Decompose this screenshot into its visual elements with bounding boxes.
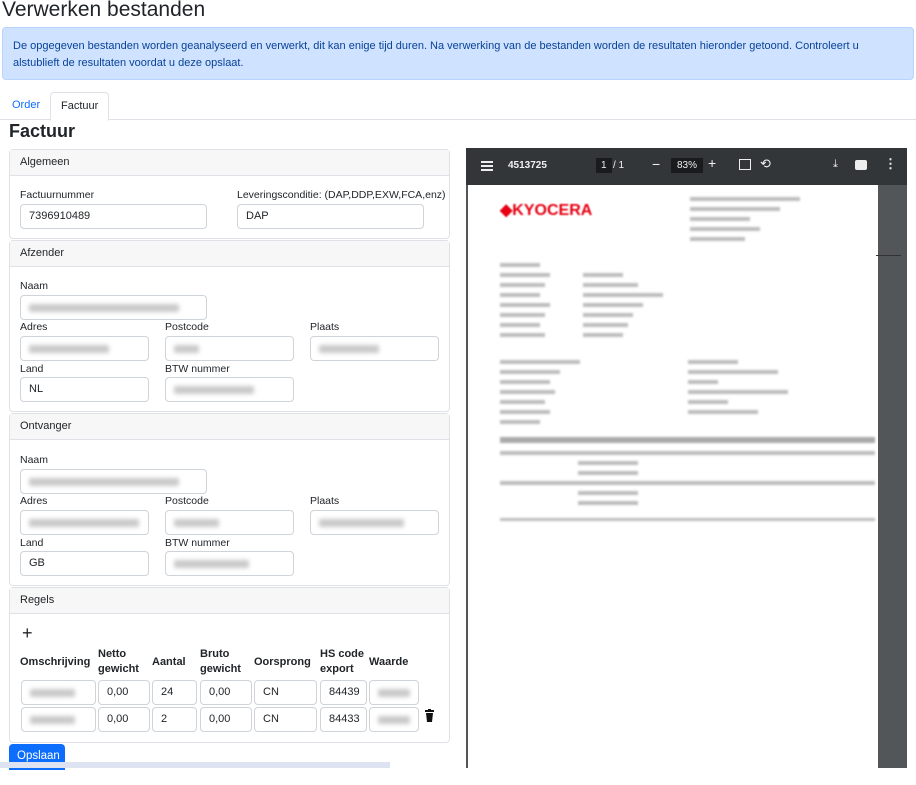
tabs: Order Factuur — [0, 92, 916, 121]
zoom-out-icon[interactable]: − — [652, 156, 660, 172]
status-bar — [0, 762, 390, 768]
label: BTW nummer — [165, 363, 230, 375]
netto-input[interactable]: 0,00 — [98, 707, 150, 732]
bruto-input[interactable]: 0,00 — [200, 707, 252, 732]
card-header: Ontvanger — [10, 414, 449, 440]
label: Naam — [20, 454, 49, 466]
page-title: Verwerken bestanden — [2, 0, 206, 21]
page-input[interactable]: 1 — [596, 158, 612, 173]
label: BTW nummer — [165, 537, 230, 549]
naam-input[interactable] — [20, 295, 207, 320]
card-afzender: Afzender Naam Adres Postcode Plaats Land… — [9, 240, 450, 412]
add-row-button[interactable]: + — [22, 623, 33, 644]
card-ontvanger: Ontvanger Naam Adres Postcode Plaats Lan… — [9, 413, 450, 586]
card-header: Afzender — [10, 241, 449, 267]
label: Adres — [20, 321, 48, 333]
column-header: HS code export — [320, 648, 365, 675]
pdf-title: 4513725 — [508, 160, 547, 171]
adres-input[interactable] — [20, 336, 149, 361]
hs-code-input[interactable]: 84439 — [320, 680, 367, 705]
plaats-input[interactable] — [310, 510, 439, 535]
bruto-input[interactable]: 0,00 — [200, 680, 252, 705]
zoom-input[interactable]: 83% — [671, 158, 704, 173]
label: Land — [20, 363, 44, 375]
tab-order[interactable]: Order — [2, 92, 50, 120]
pdf-viewer: 4513725 1 / 1 − 83% + ⟲ ⤓ ⋮ ◆KYOCERA — [466, 148, 907, 785]
land-input[interactable]: NL — [20, 377, 149, 402]
aantal-input[interactable]: 24 — [152, 680, 197, 705]
label: Plaats — [310, 321, 340, 333]
card-algemeen: Algemeen Factuurnummer 7396910489 Leveri… — [9, 149, 450, 239]
btw-input[interactable] — [165, 377, 294, 402]
card-header: Algemeen — [10, 150, 449, 176]
factuurnummer-input[interactable]: 7396910489 — [20, 204, 207, 229]
postcode-input[interactable] — [165, 510, 294, 535]
column-header: Bruto gewicht — [200, 648, 241, 675]
column-header: Omschrijving — [20, 656, 91, 668]
waarde-input[interactable] — [369, 707, 419, 732]
card-header: Regels — [10, 588, 449, 614]
omschrijving-input[interactable] — [21, 680, 96, 705]
postcode-input[interactable] — [165, 336, 294, 361]
label: Postcode — [165, 321, 209, 333]
column-header: Netto gewicht — [98, 648, 139, 675]
waarde-input[interactable] — [369, 680, 419, 705]
oorsprong-input[interactable]: CN — [254, 707, 317, 732]
section-title: Factuur — [9, 121, 76, 141]
label: Plaats — [310, 495, 340, 507]
netto-input[interactable]: 0,00 — [98, 680, 150, 705]
aantal-input[interactable]: 2 — [152, 707, 197, 732]
kyocera-logo: ◆KYOCERA — [500, 202, 593, 219]
label: Naam — [20, 280, 49, 292]
pdf-page: ◆KYOCERA — [468, 185, 901, 785]
tab-factuur[interactable]: Factuur — [50, 92, 110, 121]
zoom-in-icon[interactable]: + — [708, 155, 716, 171]
trash-icon[interactable] — [425, 709, 434, 722]
label: Land — [20, 537, 44, 549]
label: Leveringsconditie: (DAP,DDP,EXW,FCA,enz) — [237, 189, 446, 201]
pdf-toolbar: 4513725 1 / 1 − 83% + ⟲ ⤓ ⋮ — [466, 148, 907, 185]
download-icon[interactable]: ⤓ — [833, 158, 838, 171]
adres-input[interactable] — [20, 510, 149, 535]
rotate-icon[interactable]: ⟲ — [760, 156, 771, 172]
fit-page-icon[interactable] — [739, 159, 751, 170]
column-header: Waarde — [369, 656, 409, 668]
print-icon[interactable] — [855, 160, 867, 170]
land-input[interactable]: GB — [20, 551, 149, 576]
page-count: / 1 — [613, 160, 625, 171]
leveringsconditie-input[interactable]: DAP — [237, 204, 424, 229]
label: Postcode — [165, 495, 209, 507]
omschrijving-input[interactable] — [21, 707, 96, 732]
info-alert: De opgegeven bestanden worden geanalysee… — [2, 27, 914, 80]
label: Factuurnummer — [20, 189, 95, 201]
btw-input[interactable] — [165, 551, 294, 576]
column-header: Oorsprong — [254, 656, 311, 668]
menu-icon[interactable] — [481, 161, 493, 171]
column-header: Aantal — [152, 656, 186, 668]
oorsprong-input[interactable]: CN — [254, 680, 317, 705]
plaats-input[interactable] — [310, 336, 439, 361]
hs-code-input[interactable]: 84433 — [320, 707, 367, 732]
naam-input[interactable] — [20, 469, 207, 494]
more-icon[interactable]: ⋮ — [884, 156, 897, 172]
label: Adres — [20, 495, 48, 507]
